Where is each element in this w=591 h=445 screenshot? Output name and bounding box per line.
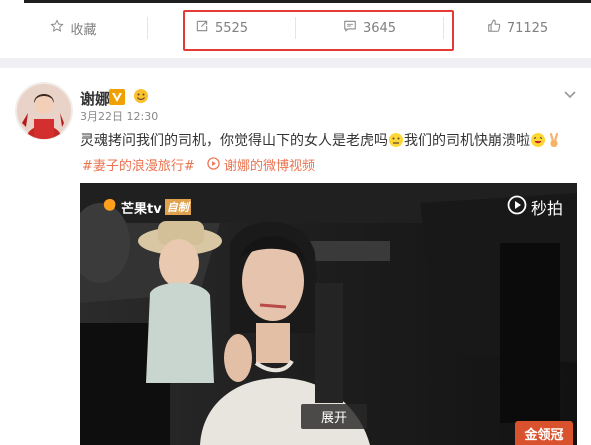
laughing-emoji-icon (530, 132, 546, 148)
mgtv-logo-text: 芒果tv (121, 201, 162, 217)
previous-post-footer: 收藏 5525 3645 71125 (0, 0, 591, 58)
favorite-button[interactable]: 收藏 (0, 8, 147, 48)
video-tag-label: 谢娜的微博视频 (223, 159, 315, 174)
weibo-post: 谢娜 3月22日 12:30 灵魂拷问我们的司机，你觉得山下的女人是老虎吗 我们的… (0, 68, 591, 445)
post-text-part1: 灵魂拷问我们的司机，你觉得山下的女人是老虎吗 (80, 133, 388, 149)
star-icon (50, 19, 65, 37)
miaopai-logo-text: 秒拍 (530, 199, 563, 218)
thumbs-up-icon (487, 19, 501, 37)
verified-badge-icon (108, 88, 126, 106)
thinking-emoji-icon (388, 132, 404, 148)
victory-hand-icon (546, 132, 562, 148)
like-count: 71125 (506, 20, 549, 36)
play-circle-icon (207, 157, 220, 177)
mgtv-logo: 芒果tv 自制 (102, 197, 191, 217)
divider (24, 0, 591, 3)
video-player[interactable]: 芒果tv 自制 秒拍 展开 金领冠 (80, 183, 577, 445)
post-text-part2: 我们的司机快崩溃啦 (404, 133, 530, 149)
member-badge-icon (133, 88, 149, 104)
expand-button[interactable]: 展开 (301, 404, 367, 429)
like-button[interactable]: 71125 (444, 8, 591, 48)
post-time[interactable]: 3月22日 12:30 (80, 108, 158, 124)
topic-tag-link[interactable]: #妻子的浪漫旅行# (82, 159, 195, 174)
sponsor-stamp: 金领冠 (515, 421, 573, 445)
mango-icon (102, 197, 118, 217)
avatar[interactable] (15, 82, 73, 140)
post-text: 灵魂拷问我们的司机，你觉得山下的女人是老虎吗 我们的司机快崩溃啦 (80, 130, 585, 152)
play-circle-icon (507, 195, 527, 219)
highlight-box (183, 10, 454, 51)
video-tag-link[interactable]: 谢娜的微博视频 (207, 157, 315, 177)
miaopai-logo: 秒拍 (507, 195, 563, 219)
mgtv-logo-sub: 自制 (164, 199, 191, 215)
favorite-label: 收藏 (70, 22, 97, 38)
chevron-down-icon[interactable] (563, 86, 577, 100)
username[interactable]: 谢娜 (80, 88, 110, 109)
post-tags: #妻子的浪漫旅行# 谢娜的微博视频 (82, 157, 315, 177)
